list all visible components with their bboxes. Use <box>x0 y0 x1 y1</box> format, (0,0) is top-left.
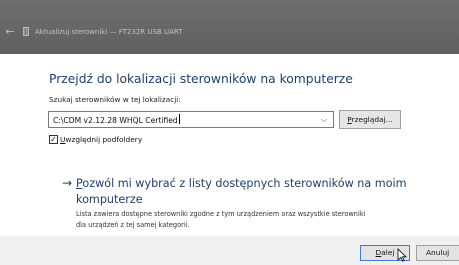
mouse-pointer-icon <box>397 248 407 262</box>
include-subfolders-checkbox[interactable]: ✓ <box>49 135 58 144</box>
search-location-label: Szukaj sterowników w tej lokalizacji: <box>49 95 181 104</box>
text-caret <box>178 114 180 124</box>
pick-from-list-link-line2[interactable]: komputerze <box>76 193 143 207</box>
chevron-down-icon[interactable]: ⌵ <box>321 114 327 125</box>
device-icon <box>23 27 29 36</box>
include-subfolders-label[interactable]: Uwzględnij podfoldery <box>60 134 142 145</box>
browse-button[interactable]: Przeglądaj... <box>339 110 401 129</box>
pick-from-list-description-line2: dla urządzeń z tej samej kategorii. <box>76 221 190 229</box>
driver-path-value[interactable]: C:\CDM v2.12.28 WHQL Certified <box>53 114 180 126</box>
back-arrow-icon[interactable]: ← <box>4 26 16 38</box>
title-bar: ← Aktualizuj sterowniki — FT232R USB UAR… <box>0 0 459 54</box>
page-heading: Przejdź do lokalizacji sterowników na ko… <box>49 72 353 86</box>
pick-from-list-description: Lista zawiera dostępne sterowniki zgodne… <box>76 210 366 218</box>
window-title: Aktualizuj sterowniki — FT232R USB UART <box>35 28 183 36</box>
driver-path-combobox[interactable]: C:\CDM v2.12.28 WHQL Certified ⌵ <box>48 111 334 128</box>
pick-from-list-link[interactable]: Pozwól mi wybrać z listy dostępnych ster… <box>76 177 407 191</box>
cancel-button[interactable]: Anuluj <box>416 245 459 261</box>
right-arrow-icon: → <box>62 176 73 190</box>
